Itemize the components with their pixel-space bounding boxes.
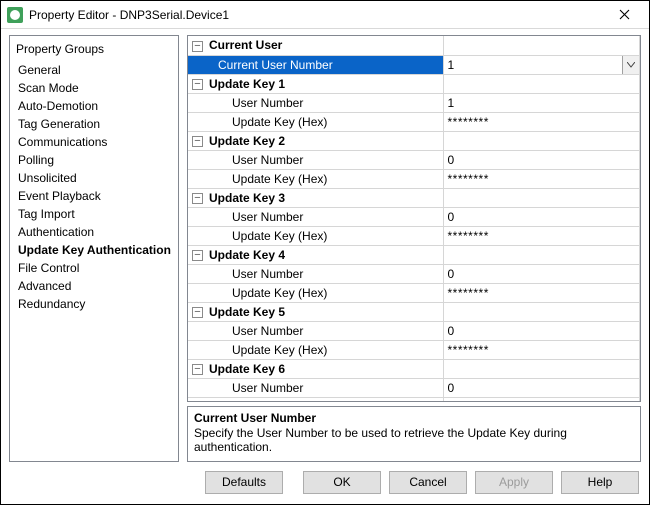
property-label: Update Key (Hex) xyxy=(188,283,443,302)
collapse-icon[interactable]: − xyxy=(192,364,203,375)
group-label: Update Key 4 xyxy=(209,248,285,262)
app-icon xyxy=(7,7,23,23)
property-value[interactable]: 0 xyxy=(443,264,640,283)
sidebar-item-auto-demotion[interactable]: Auto-Demotion xyxy=(16,98,172,116)
group-update-key-3[interactable]: −Update Key 3 xyxy=(188,188,640,207)
row-user-number-6[interactable]: User Number 0 xyxy=(188,378,640,397)
defaults-button[interactable]: Defaults xyxy=(205,471,283,494)
group-update-key-1[interactable]: −Update Key 1 xyxy=(188,74,640,93)
row-update-key-6[interactable]: Update Key (Hex) ******** xyxy=(188,397,640,401)
property-grid-scroll[interactable]: −Current User Current User Number 1 xyxy=(188,36,640,401)
row-user-number-2[interactable]: User Number 0 xyxy=(188,150,640,169)
sidebar-item-update-key-authentication[interactable]: Update Key Authentication xyxy=(16,242,172,260)
group-update-key-4[interactable]: −Update Key 4 xyxy=(188,245,640,264)
sidebar-item-redundancy[interactable]: Redundancy xyxy=(16,296,172,314)
sidebar-item-advanced[interactable]: Advanced xyxy=(16,278,172,296)
apply-button[interactable]: Apply xyxy=(475,471,553,494)
group-label: Update Key 2 xyxy=(209,134,285,148)
sidebar-item-authentication[interactable]: Authentication xyxy=(16,224,172,242)
property-value[interactable]: ******** xyxy=(448,343,489,357)
row-user-number-4[interactable]: User Number 0 xyxy=(188,264,640,283)
dialog-body: Property Groups General Scan Mode Auto-D… xyxy=(1,29,649,464)
main-panel: −Current User Current User Number 1 xyxy=(187,35,641,462)
collapse-icon[interactable]: − xyxy=(192,250,203,261)
collapse-icon[interactable]: − xyxy=(192,41,203,52)
collapse-icon[interactable]: − xyxy=(192,307,203,318)
sidebar-item-event-playback[interactable]: Event Playback xyxy=(16,188,172,206)
property-label: Update Key (Hex) xyxy=(188,340,443,359)
property-value[interactable]: 1 xyxy=(448,58,455,72)
row-update-key-5[interactable]: Update Key (Hex) ******** xyxy=(188,340,640,359)
group-update-key-2[interactable]: −Update Key 2 xyxy=(188,131,640,150)
property-label: Current User Number xyxy=(188,55,443,74)
group-label: Current User xyxy=(209,38,282,52)
property-label: User Number xyxy=(188,264,443,283)
property-value[interactable]: 0 xyxy=(443,207,640,226)
property-value[interactable]: 0 xyxy=(443,150,640,169)
property-label: Update Key (Hex) xyxy=(188,112,443,131)
row-update-key-4[interactable]: Update Key (Hex) ******** xyxy=(188,283,640,302)
sidebar-header: Property Groups xyxy=(16,40,172,58)
description-title: Current User Number xyxy=(194,411,634,425)
description-text: Specify the User Number to be used to re… xyxy=(194,426,634,455)
collapse-icon[interactable]: − xyxy=(192,193,203,204)
group-label: Update Key 5 xyxy=(209,305,285,319)
row-update-key-3[interactable]: Update Key (Hex) ******** xyxy=(188,226,640,245)
chevron-down-icon xyxy=(627,62,635,68)
sidebar-item-unsolicited[interactable]: Unsolicited xyxy=(16,170,172,188)
property-value[interactable]: 1 xyxy=(443,93,640,112)
collapse-icon[interactable]: − xyxy=(192,136,203,147)
group-current-user[interactable]: −Current User xyxy=(188,36,640,55)
group-label: Update Key 1 xyxy=(209,77,285,91)
collapse-icon[interactable]: − xyxy=(192,79,203,90)
property-label: User Number xyxy=(188,150,443,169)
property-label: Update Key (Hex) xyxy=(188,397,443,401)
sidebar-item-general[interactable]: General xyxy=(16,62,172,80)
sidebar-item-scan-mode[interactable]: Scan Mode xyxy=(16,80,172,98)
sidebar-item-file-control[interactable]: File Control xyxy=(16,260,172,278)
property-value[interactable]: ******** xyxy=(448,286,489,300)
property-value[interactable]: ******** xyxy=(448,115,489,129)
cancel-button[interactable]: Cancel xyxy=(389,471,467,494)
ok-button[interactable]: OK xyxy=(303,471,381,494)
property-value[interactable]: ******** xyxy=(448,400,489,402)
sidebar-item-communications[interactable]: Communications xyxy=(16,134,172,152)
close-icon xyxy=(619,9,630,20)
dialog-footer: Defaults OK Cancel Apply Help xyxy=(1,464,649,504)
property-label: User Number xyxy=(188,321,443,340)
property-value[interactable]: 0 xyxy=(443,321,640,340)
help-button[interactable]: Help xyxy=(561,471,639,494)
sidebar-item-polling[interactable]: Polling xyxy=(16,152,172,170)
sidebar-item-tag-generation[interactable]: Tag Generation xyxy=(16,116,172,134)
window-title: Property Editor - DNP3Serial.Device1 xyxy=(29,8,605,22)
property-value[interactable]: ******** xyxy=(448,172,489,186)
group-update-key-6[interactable]: −Update Key 6 xyxy=(188,359,640,378)
property-groups-sidebar: Property Groups General Scan Mode Auto-D… xyxy=(9,35,179,462)
sidebar-item-tag-import[interactable]: Tag Import xyxy=(16,206,172,224)
row-user-number-3[interactable]: User Number 0 xyxy=(188,207,640,226)
property-label: User Number xyxy=(188,378,443,397)
property-value[interactable]: 0 xyxy=(443,378,640,397)
row-user-number-5[interactable]: User Number 0 xyxy=(188,321,640,340)
property-label: User Number xyxy=(188,207,443,226)
row-update-key-1[interactable]: Update Key (Hex) ******** xyxy=(188,112,640,131)
property-label: Update Key (Hex) xyxy=(188,226,443,245)
row-update-key-2[interactable]: Update Key (Hex) ******** xyxy=(188,169,640,188)
property-editor-window: Property Editor - DNP3Serial.Device1 Pro… xyxy=(0,0,650,505)
description-panel: Current User Number Specify the User Num… xyxy=(187,406,641,462)
property-value[interactable]: ******** xyxy=(448,229,489,243)
group-update-key-5[interactable]: −Update Key 5 xyxy=(188,302,640,321)
close-button[interactable] xyxy=(605,1,643,28)
group-label: Update Key 3 xyxy=(209,191,285,205)
group-label: Update Key 6 xyxy=(209,362,285,376)
row-current-user-number[interactable]: Current User Number 1 xyxy=(188,55,640,74)
titlebar: Property Editor - DNP3Serial.Device1 xyxy=(1,1,649,29)
property-label: Update Key (Hex) xyxy=(188,169,443,188)
row-user-number-1[interactable]: User Number 1 xyxy=(188,93,640,112)
property-label: User Number xyxy=(188,93,443,112)
value-dropdown-button[interactable] xyxy=(622,56,639,74)
property-table: −Current User Current User Number 1 xyxy=(188,36,640,401)
property-grid: −Current User Current User Number 1 xyxy=(187,35,641,402)
